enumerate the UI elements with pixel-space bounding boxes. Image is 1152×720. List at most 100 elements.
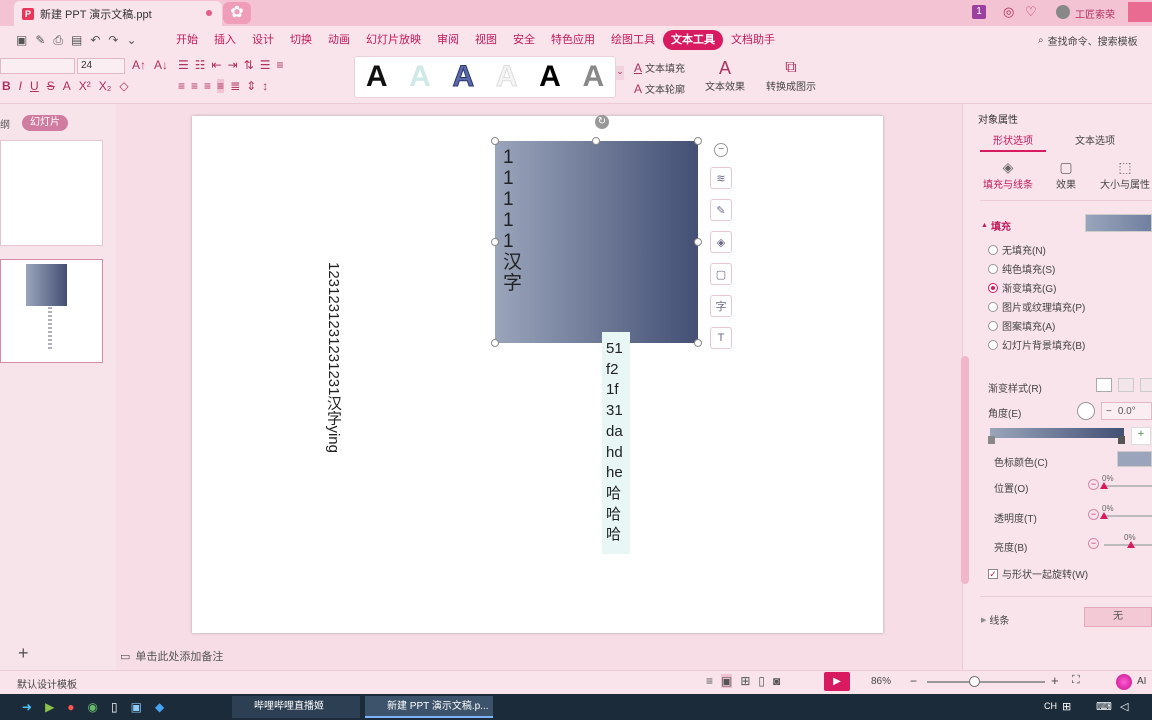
clear-format-icon[interactable]: ◇ bbox=[119, 79, 128, 93]
bold-icon[interactable]: B bbox=[2, 79, 11, 93]
search-command[interactable]: ⌕ 查找命令、搜索模板 bbox=[1038, 33, 1138, 48]
ai-orb-icon[interactable] bbox=[1116, 674, 1132, 690]
reading-view-icon[interactable]: ▯ bbox=[758, 674, 765, 688]
gradient-stop[interactable] bbox=[988, 436, 995, 444]
panel-scrollbar[interactable] bbox=[961, 356, 969, 584]
tab-text-tools[interactable]: 文本工具 bbox=[663, 30, 723, 50]
decrease-icon[interactable]: − bbox=[1106, 406, 1112, 417]
gift-icon[interactable]: ♡ bbox=[1025, 4, 1037, 20]
shrink-font-icon[interactable]: A↓ bbox=[154, 58, 168, 72]
slide-thumbnail-2[interactable] bbox=[0, 259, 103, 363]
taskbar-item-ppt[interactable]: 新建 PPT 演示文稿.p... bbox=[365, 696, 493, 718]
preview-icon[interactable]: ▤ bbox=[71, 33, 82, 48]
stop-color-dropdown[interactable] bbox=[1117, 451, 1152, 467]
numbered-list-icon[interactable]: ☷ bbox=[195, 58, 206, 72]
tab-shape-options[interactable]: 形状选项 bbox=[980, 132, 1046, 152]
gradient-text-box[interactable]: 1 1 1 1 1 汉 字 bbox=[495, 141, 698, 343]
grow-font-icon[interactable]: A↑ bbox=[132, 58, 146, 72]
fill-section-header[interactable]: ▲ 填充 bbox=[981, 218, 1011, 233]
text-outline-button[interactable]: A 文本轮廓 bbox=[634, 81, 685, 97]
vertical-align-icon[interactable]: ⇕ bbox=[246, 79, 256, 93]
tab-special[interactable]: 特色应用 bbox=[543, 30, 603, 50]
brightness-slider-thumb[interactable] bbox=[1127, 541, 1135, 548]
tab-design[interactable]: 设计 bbox=[244, 30, 282, 50]
tab-slideshow[interactable]: 幻灯片放映 bbox=[358, 30, 429, 50]
angle-dial[interactable] bbox=[1077, 402, 1095, 420]
distribute-icon[interactable]: ≣ bbox=[230, 79, 240, 93]
line-spacing-icon[interactable]: ≡ bbox=[276, 58, 283, 72]
resize-handle[interactable] bbox=[694, 339, 702, 347]
position-slider[interactable] bbox=[1102, 485, 1152, 487]
tab-insert[interactable]: 插入 bbox=[206, 30, 244, 50]
text-style-gray[interactable]: A bbox=[582, 60, 604, 94]
record-icon[interactable]: ◙ bbox=[773, 674, 780, 688]
fill-preview-dropdown[interactable] bbox=[1085, 214, 1152, 232]
checkbox-checked[interactable]: ✓ bbox=[988, 568, 998, 579]
font-size-select[interactable]: 24 bbox=[77, 58, 125, 74]
font-color-icon[interactable]: A bbox=[63, 79, 71, 93]
tab-view[interactable]: 视图 bbox=[467, 30, 505, 50]
text-effect-button[interactable]: A 文本效果 bbox=[702, 58, 748, 93]
badge[interactable]: 1 bbox=[972, 5, 986, 19]
sorter-view-icon[interactable]: ⊞ bbox=[740, 674, 750, 688]
fill-option-gradient[interactable]: 渐变填充(G) bbox=[988, 282, 1085, 295]
fit-window-icon[interactable]: ⛶ bbox=[1072, 674, 1080, 687]
resize-handle[interactable] bbox=[694, 238, 702, 246]
tab-review[interactable]: 审阅 bbox=[429, 30, 467, 50]
tab-doc-assistant[interactable]: 文档助手 bbox=[723, 30, 783, 50]
radio-button[interactable] bbox=[988, 263, 998, 274]
transparency-slider-thumb[interactable] bbox=[1100, 512, 1108, 519]
transparency-decrease-icon[interactable]: − bbox=[1088, 509, 1099, 520]
gradient-rect-icon[interactable] bbox=[1140, 378, 1152, 392]
document-tab[interactable]: P 新建 PPT 演示文稿.ppt bbox=[14, 1, 222, 26]
gradient-stop[interactable] bbox=[1118, 436, 1125, 444]
app-icon[interactable]: ◆ bbox=[155, 700, 164, 714]
fill-option-solid[interactable]: 纯色填充(S) bbox=[988, 263, 1085, 276]
resize-handle[interactable] bbox=[592, 137, 600, 145]
collapse-icon[interactable]: − bbox=[714, 143, 728, 157]
photo-icon[interactable]: ▣ bbox=[131, 700, 142, 714]
brush-icon[interactable]: ✎ bbox=[35, 33, 45, 48]
vertical-text-box[interactable]: 1231231231231231汉字ying bbox=[318, 262, 348, 478]
skin-icon[interactable]: ◎ bbox=[1003, 4, 1014, 20]
resize-handle[interactable] bbox=[491, 137, 499, 145]
wechat-icon[interactable]: ◉ bbox=[88, 700, 98, 714]
notes-area[interactable]: ▭ 单击此处添加备注 bbox=[120, 648, 223, 664]
underline-icon[interactable]: U bbox=[30, 79, 39, 93]
font-family-select[interactable] bbox=[0, 58, 75, 74]
text-direction-icon[interactable]: ⇅ bbox=[244, 58, 254, 72]
slide-thumbnail-1[interactable] bbox=[0, 140, 103, 246]
slides-tab[interactable]: 幻灯片 bbox=[22, 115, 68, 131]
tab-text-options[interactable]: 文本选项 bbox=[1062, 132, 1128, 152]
resize-handle[interactable] bbox=[491, 238, 499, 246]
fill-option-none[interactable]: 无填充(N) bbox=[988, 244, 1085, 257]
undo-icon[interactable]: ↶ bbox=[90, 33, 100, 48]
tab-security[interactable]: 安全 bbox=[505, 30, 543, 50]
start-arrow-icon[interactable]: ➜ bbox=[22, 700, 32, 714]
notes-toggle-icon[interactable]: ≡ bbox=[706, 674, 713, 688]
speaker-icon[interactable]: ◁ bbox=[1120, 700, 1128, 713]
line-dropdown[interactable]: 无 bbox=[1084, 607, 1152, 627]
avatar[interactable] bbox=[1056, 5, 1070, 19]
transparency-slider[interactable] bbox=[1102, 515, 1152, 517]
text-style-blue-outline[interactable]: A bbox=[452, 60, 475, 94]
pen-icon[interactable]: ✎ bbox=[710, 199, 732, 221]
file-icon[interactable]: ▯ bbox=[111, 700, 118, 714]
qq-icon[interactable]: ● bbox=[67, 700, 74, 714]
style-gallery-more-icon[interactable]: ⌄ bbox=[616, 66, 624, 80]
keyboard-icon[interactable]: ⌨ bbox=[1096, 700, 1112, 713]
media-player-icon[interactable]: ▶ bbox=[45, 700, 54, 714]
user-name[interactable]: 工匠索荣 bbox=[1075, 6, 1115, 21]
tab-transition[interactable]: 切换 bbox=[282, 30, 320, 50]
convert-graphic-button[interactable]: ⧉ 转换成图示 bbox=[762, 58, 820, 93]
superscript-icon[interactable]: X² bbox=[79, 79, 91, 93]
align-center-icon[interactable]: ≡ bbox=[191, 79, 198, 93]
angle-input[interactable]: − 0.0° bbox=[1101, 402, 1152, 420]
brightness-decrease-icon[interactable]: − bbox=[1088, 538, 1099, 549]
fill-option-pattern[interactable]: 图案填充(A) bbox=[988, 320, 1085, 333]
rotate-with-shape-option[interactable]: ✓ 与形状一起旋转(W) bbox=[988, 566, 1088, 581]
new-tab-button[interactable]: ✿ bbox=[223, 2, 251, 24]
tab-drawing-tools[interactable]: 绘图工具 bbox=[603, 30, 663, 50]
fill-option-slide-bg[interactable]: 幻灯片背景填充(B) bbox=[988, 339, 1085, 352]
taskbar-item-bilibili[interactable]: 哔哩哔哩直播姬 bbox=[232, 696, 360, 718]
